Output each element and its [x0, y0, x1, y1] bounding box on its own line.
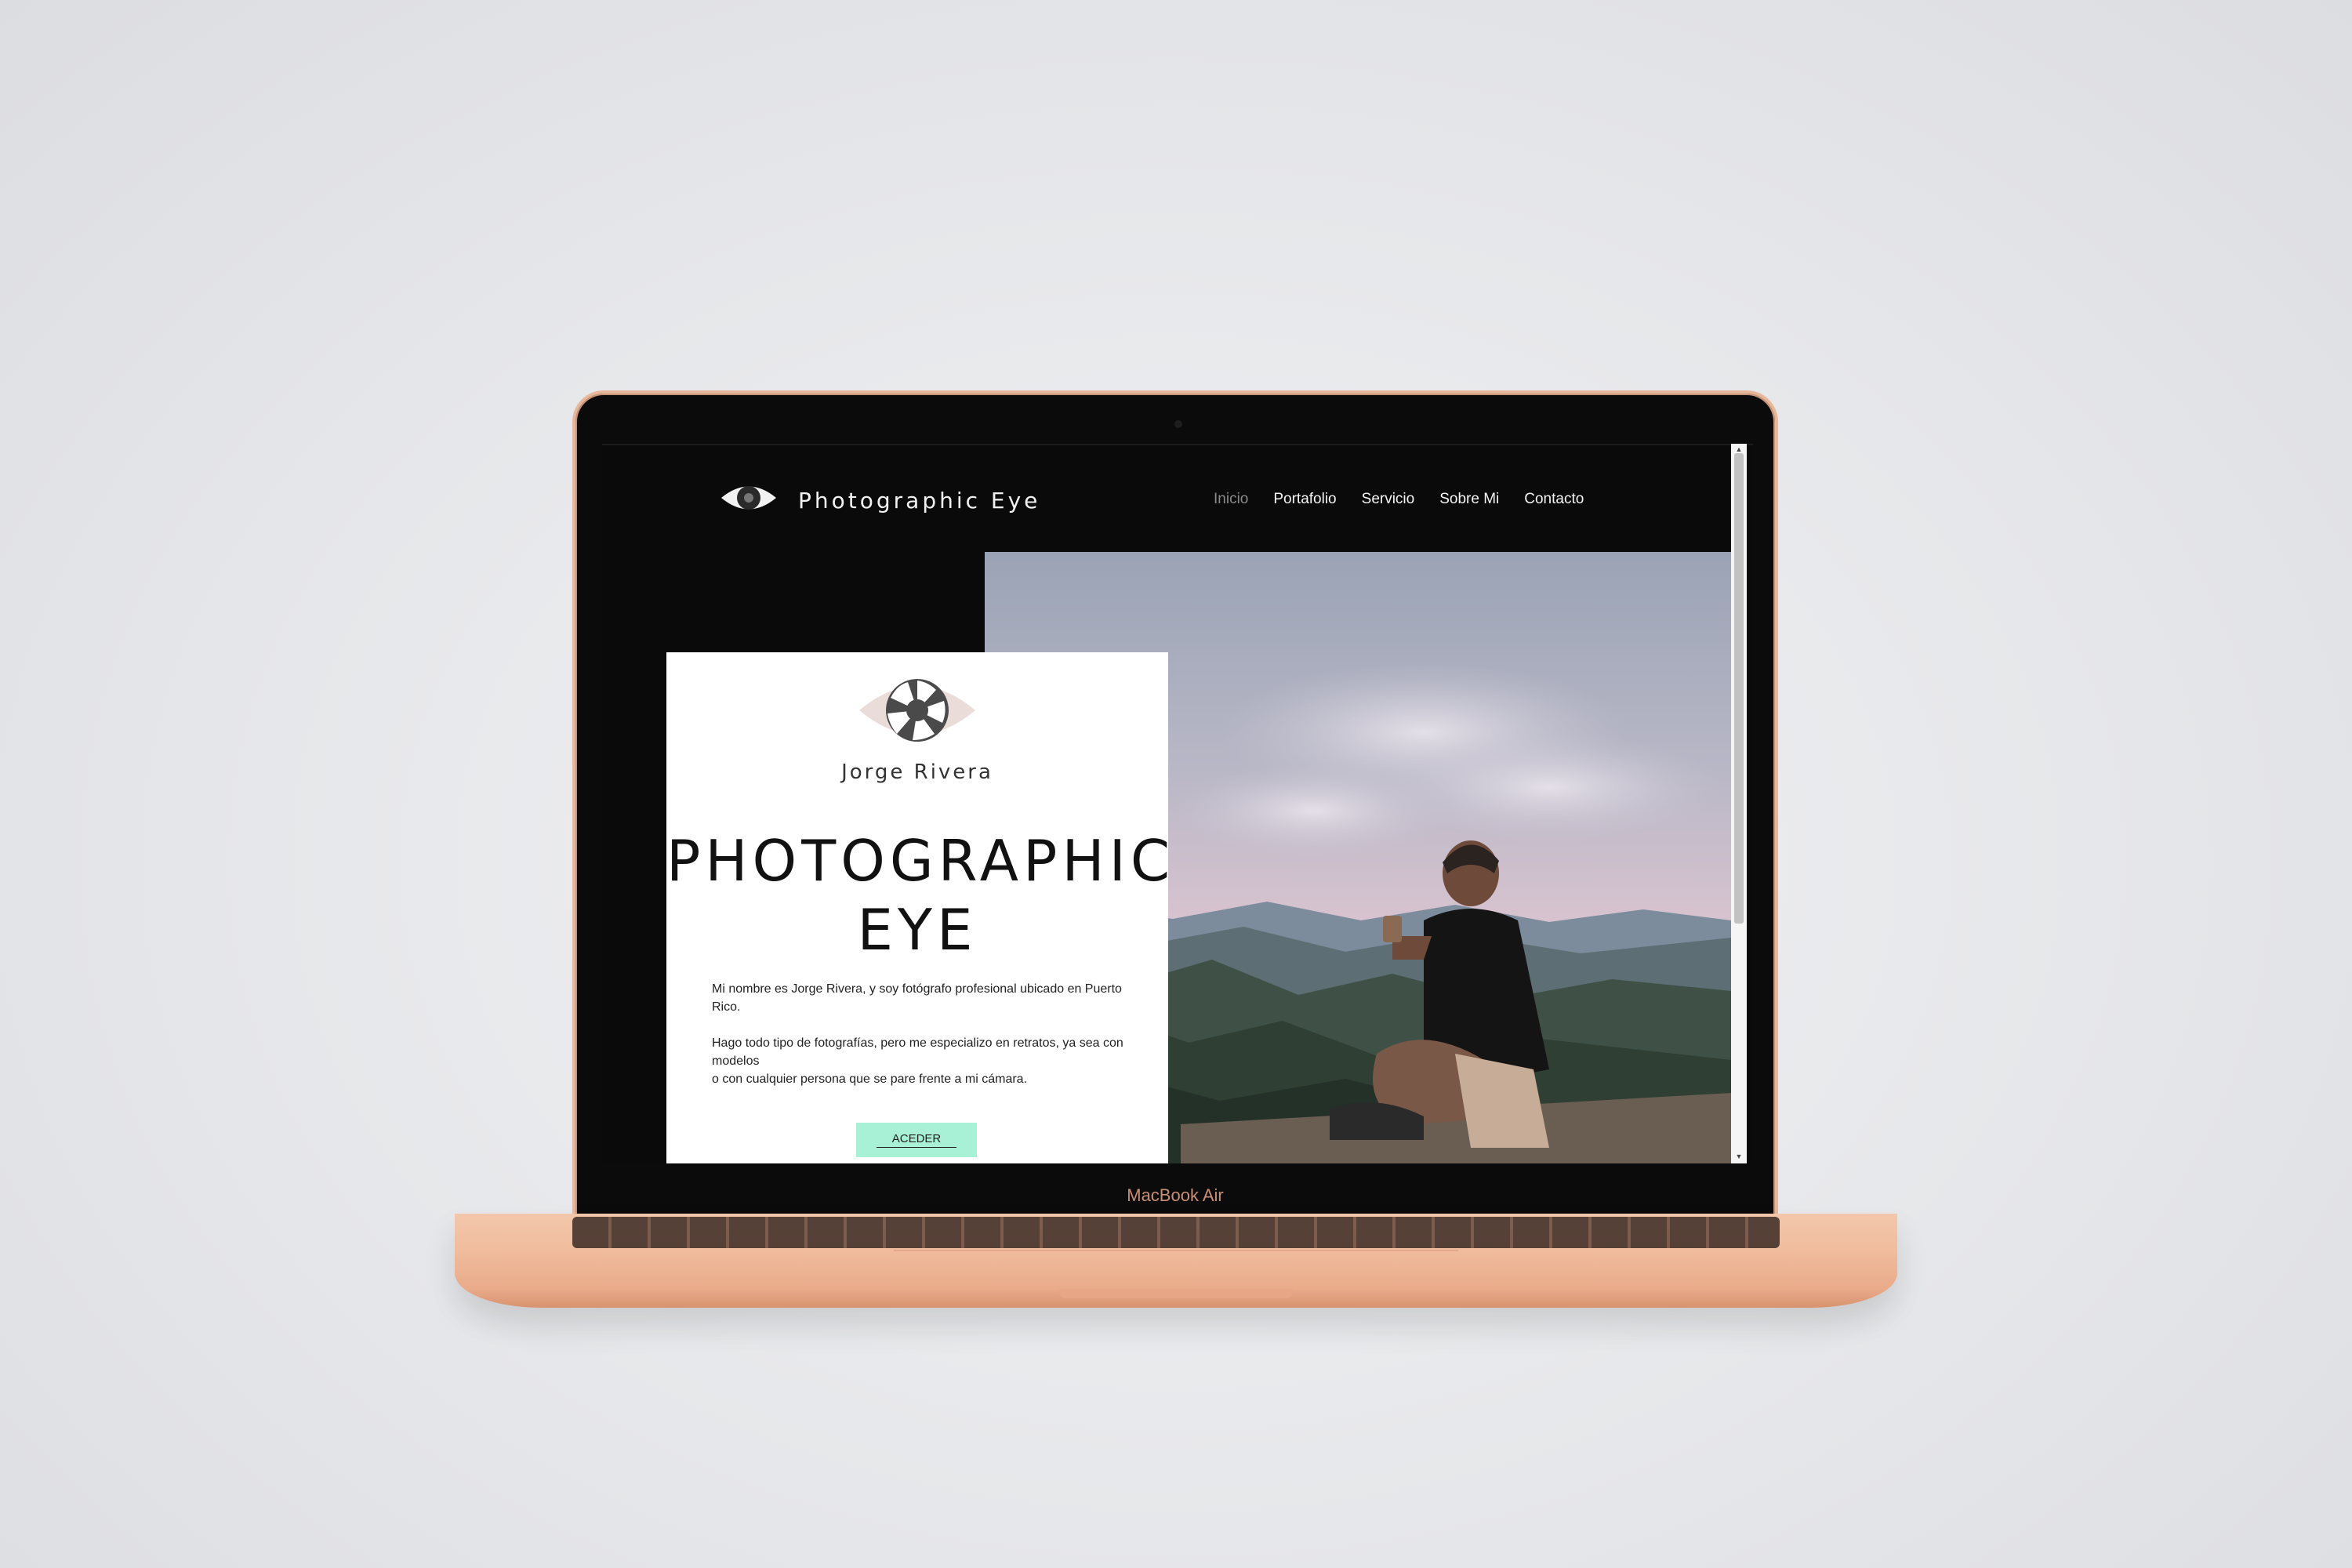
site-header: Photographic Eye Inicio Portafolio Servi… — [602, 445, 1731, 552]
scroll-thumb[interactable] — [1734, 453, 1744, 924]
nav-item-servicio[interactable]: Servicio — [1362, 491, 1415, 508]
main-nav: Inicio Portafolio Servicio Sobre Mi Cont… — [1214, 491, 1584, 508]
eye-logo-icon[interactable] — [720, 480, 778, 516]
page-scrollbar[interactable]: ▲ ▼ — [1731, 444, 1747, 1163]
camera-shutter-eye-icon — [859, 679, 975, 742]
nav-item-contacto[interactable]: Contacto — [1524, 491, 1584, 508]
scroll-up-icon[interactable]: ▲ — [1734, 445, 1744, 453]
laptop-screen: Photographic Eye Inicio Portafolio Servi… — [602, 444, 1753, 1163]
intro-card: Jorge Rivera PHOTOGRAPHIC EYE Mi nombre … — [666, 652, 1170, 1163]
photographer-name: Jorge Rivera — [841, 760, 993, 784]
nav-item-inicio[interactable]: Inicio — [1214, 491, 1248, 508]
nav-item-sobre-mi[interactable]: Sobre Mi — [1439, 491, 1499, 508]
laptop-base — [455, 1214, 1897, 1308]
acceder-button[interactable]: ACEDER — [856, 1123, 977, 1157]
intro-paragraph-2-line2: o con cualquier persona que se pare fren… — [712, 1073, 1028, 1086]
hero-title: PHOTOGRAPHIC EYE — [666, 826, 1170, 964]
intro-paragraph-1: Mi nombre es Jorge Rivera, y soy fotógra… — [712, 982, 1122, 1014]
scroll-down-icon[interactable]: ▼ — [1734, 1152, 1744, 1160]
intro-paragraph-2-line1: Hago todo tipo de fotografías, pero me e… — [712, 1036, 1123, 1068]
webcam — [1174, 420, 1182, 428]
site-title[interactable]: Photographic Eye — [798, 488, 1040, 514]
hero-title-line2: EYE — [857, 897, 978, 963]
acceder-button-label: ACEDER — [876, 1132, 957, 1148]
nav-item-portafolio[interactable]: Portafolio — [1273, 491, 1336, 508]
device-label: MacBook Air — [1127, 1185, 1224, 1205]
trackpad-edge — [894, 1250, 1458, 1251]
laptop-lid: Photographic Eye Inicio Portafolio Servi… — [572, 390, 1778, 1215]
opening-notch — [1058, 1289, 1294, 1298]
keyboard — [572, 1217, 1780, 1248]
hero-title-line1: PHOTOGRAPHIC — [666, 828, 1175, 894]
intro-text: Mi nombre es Jorge Rivera, y soy fotógra… — [712, 980, 1135, 1088]
intro-paragraph-2: Hago todo tipo de fotografías, pero me e… — [712, 1034, 1135, 1088]
